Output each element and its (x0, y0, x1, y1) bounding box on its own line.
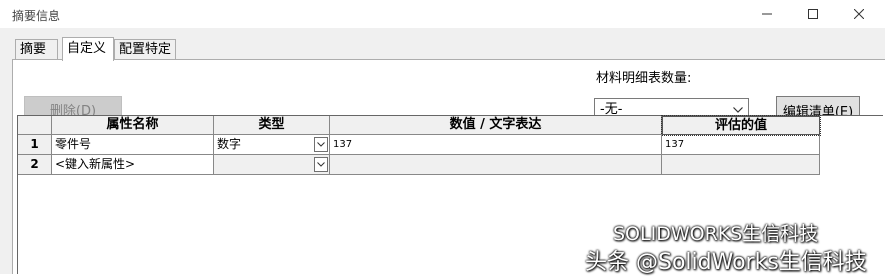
title-bar: 摘要信息 (0, 0, 885, 28)
chevron-down-icon[interactable] (314, 157, 328, 172)
close-button[interactable] (836, 0, 882, 28)
window-title: 摘要信息 (12, 9, 61, 23)
property-type-select[interactable]: 数字 (214, 135, 330, 155)
new-property-cell[interactable]: <键入新属性> (52, 155, 214, 175)
column-header-evaluated-value[interactable]: 评估的值 (661, 115, 821, 136)
bom-quantity-label: 材料明细表数量: (596, 71, 692, 86)
row-number[interactable]: 2 (18, 155, 52, 175)
column-header-property-name[interactable]: 属性名称 (52, 116, 214, 135)
row-number[interactable]: 1 (18, 135, 52, 155)
chevron-down-icon[interactable] (314, 137, 328, 152)
property-name-cell[interactable]: 零件号 (52, 135, 214, 155)
property-value-cell[interactable]: 137 (330, 135, 662, 155)
grid-corner (18, 116, 52, 135)
custom-properties-panel: 材料明细表数量: 删除(D) -无- 编辑清单(E) 属性名称 类型 数值 / … (0, 28, 885, 274)
property-type-value: 数字 (217, 137, 242, 151)
evaluated-value-cell (662, 155, 820, 175)
close-icon (854, 9, 864, 19)
maximize-icon (808, 9, 818, 19)
evaluated-value-cell: 137 (662, 135, 820, 155)
properties-grid: 属性名称 类型 数值 / 文字表达 评估的值 1 零件号 数字 137 137 … (17, 115, 883, 274)
minimize-button[interactable] (744, 0, 790, 28)
property-type-select[interactable] (214, 155, 330, 175)
maximize-button[interactable] (790, 0, 836, 28)
property-value-cell[interactable] (330, 155, 662, 175)
minimize-icon (762, 13, 772, 15)
column-header-type[interactable]: 类型 (214, 116, 330, 135)
column-header-value[interactable]: 数值 / 文字表达 (330, 116, 662, 135)
